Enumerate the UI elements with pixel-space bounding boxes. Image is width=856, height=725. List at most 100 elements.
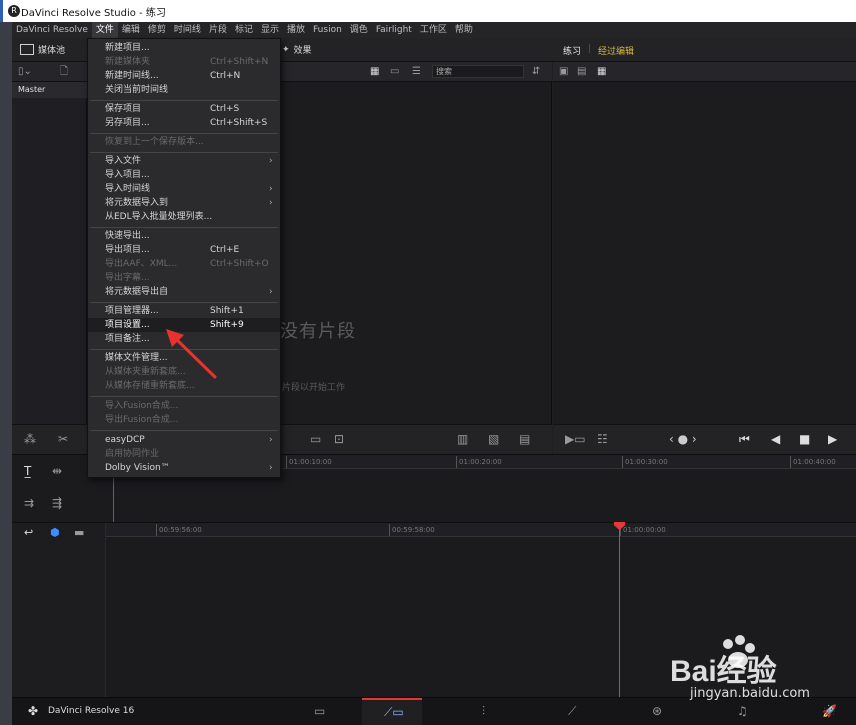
menu-separator (90, 227, 278, 228)
menu-item-import-edl[interactable]: 从EDL导入批量处理列表... (88, 210, 280, 224)
menu-item-new-timeline[interactable]: 新建时间线... Ctrl+N (88, 69, 280, 83)
track-down-icon[interactable]: ⇶ (52, 497, 62, 509)
resolve-logo-icon: ✤ (28, 704, 39, 718)
app-window: R DaVinci Resolve Studio - 练习 DaVinci Re… (0, 0, 856, 725)
menu-item-import-project[interactable]: 导入项目... (88, 168, 280, 182)
menu-item-new-bin[interactable]: 新建媒体夹 Ctrl+Shift+N (88, 55, 280, 69)
media-pool-button[interactable]: 媒体池 (20, 43, 65, 56)
cut-icon[interactable]: ✂ (58, 433, 68, 445)
menu-trim[interactable]: 修剪 (144, 22, 170, 38)
viewer-panel: ▣ ▤ ▦ (553, 62, 856, 424)
menu-view[interactable]: 显示 (257, 22, 283, 38)
track-view-icon[interactable]: ▥ (457, 433, 468, 445)
snap-icon[interactable]: ↩ (24, 527, 33, 539)
menu-davinci-resolve[interactable]: DaVinci Resolve (12, 22, 92, 38)
menu-mark[interactable]: 标记 (231, 22, 257, 38)
watermark: Bai经验 jingyan.baidu.com (660, 630, 856, 710)
jog-icon[interactable]: ‹ ● › (669, 433, 697, 445)
viewer-dual-icon[interactable]: ▦ (597, 66, 606, 78)
menu-color[interactable]: 调色 (346, 22, 372, 38)
menu-item-collaboration[interactable]: 启用协同作业 (88, 447, 280, 461)
menu-item-export-project[interactable]: 导出项目... Ctrl+E (88, 243, 280, 257)
flag-icon[interactable]: ▬ (74, 527, 84, 539)
menu-timeline[interactable]: 时间线 (170, 22, 205, 38)
search-input[interactable]: 搜索 (432, 65, 524, 78)
menu-file[interactable]: 文件 (91, 22, 118, 38)
ruler-tick: 01:00:40:00 (790, 456, 836, 468)
page-icon[interactable]: 🗋 (60, 66, 68, 78)
list-view-icon[interactable]: ☰ (412, 66, 421, 78)
viewer-header: ▣ ▤ ▦ (553, 62, 856, 82)
menu-item-easydcp[interactable]: easyDCP › (88, 433, 280, 447)
resolve-logo-icon: R (8, 5, 20, 17)
menu-item-export-aaf-xml[interactable]: 导出AAF、XML... Ctrl+Shift+O (88, 257, 280, 271)
menu-item-export-subtitle[interactable]: 导出字幕... (88, 271, 280, 285)
edit-page-icon[interactable]: ⫶ (482, 705, 485, 717)
list-detail-icon[interactable]: ▤ (519, 433, 530, 445)
ruler-tick: 01:00:00:00 (620, 524, 666, 536)
menu-item-save-as[interactable]: 另存项目... Ctrl+Shift+S (88, 116, 280, 130)
go-to-start-icon[interactable]: ⏮ (739, 433, 750, 445)
bin-list (12, 98, 87, 424)
sort-icon[interactable]: ⇵ (532, 66, 540, 78)
settings-sliders-icon[interactable]: ☷ (597, 433, 608, 445)
menu-workspace[interactable]: 工作区 (416, 22, 451, 38)
media-page-icon[interactable]: ▭ (314, 705, 325, 717)
empty-title: 没有片段 (280, 321, 356, 342)
lower-ruler[interactable]: 00:59:56:00 00:59:58:00 01:00:00:00 (106, 523, 856, 537)
fusion-page-icon[interactable]: ⟋ (568, 705, 576, 717)
play-icon[interactable]: ▶ (828, 433, 837, 445)
menu-separator (90, 430, 278, 431)
file-menu-dropdown: 新建项目... 新建媒体夹 Ctrl+Shift+N 新建时间线... Ctrl+N… (87, 38, 281, 478)
menu-edit[interactable]: 编辑 (118, 22, 144, 38)
menu-item-import-timeline[interactable]: 导入时间线 › (88, 182, 280, 196)
stop-icon[interactable]: ■ (799, 433, 810, 445)
desktop-edge (0, 22, 12, 725)
menu-item-close-timeline[interactable]: 关闭当前时间线 (88, 83, 280, 97)
menu-item-quick-export[interactable]: 快速导出... (88, 229, 280, 243)
menu-item-import-fusion[interactable]: 导入Fusion合成... (88, 399, 280, 413)
menu-playback[interactable]: 播放 (283, 22, 309, 38)
annotation-arrow-icon (166, 329, 217, 379)
effects-button[interactable]: ✦ 效果 (282, 43, 312, 57)
grid-view-icon[interactable]: ▦ (370, 66, 379, 78)
menu-item-import-metadata[interactable]: 将元数据导入到 › (88, 196, 280, 210)
menu-item-project-manager[interactable]: 项目管理器... Shift+1 (88, 304, 280, 318)
playhead-line (619, 523, 620, 697)
marker-icon[interactable]: ⬢ (50, 527, 60, 539)
track-up-icon[interactable]: ⇉ (24, 497, 34, 509)
media-pool-label: 媒体池 (38, 46, 66, 56)
panel-toggle-icon[interactable]: ▯⌄ (18, 66, 32, 78)
menu-fusion[interactable]: Fusion (309, 22, 346, 38)
timeline-name[interactable]: 经过编辑 (598, 44, 634, 57)
thumbnail-view-icon[interactable]: ▭ (390, 66, 399, 78)
menu-item-export-fusion[interactable]: 导出Fusion合成... (88, 413, 280, 427)
media-pool-icon (20, 44, 34, 55)
clip-icon[interactable]: ▶︎▭ (565, 433, 586, 445)
menu-item-revert[interactable]: 恢复到上一个保存版本... (88, 135, 280, 149)
menu-help[interactable]: 帮助 (451, 22, 477, 38)
play-reverse-icon[interactable]: ◀ (771, 433, 780, 445)
image-view-icon[interactable]: ▧ (488, 433, 499, 445)
window-title: DaVinci Resolve Studio - 练习 (21, 7, 166, 19)
ruler-tick: 01:00:30:00 (622, 456, 668, 468)
viewer-layout-icon[interactable]: ▤ (577, 66, 586, 78)
menu-item-new-project[interactable]: 新建项目... (88, 41, 280, 55)
menu-item-save-project[interactable]: 保存项目 Ctrl+S (88, 102, 280, 116)
insert-icon[interactable]: ▭ (310, 433, 321, 445)
menu-item-dolby-vision[interactable]: Dolby Vision™ › (88, 461, 280, 475)
trim-tool-icon[interactable]: ⇹ (52, 465, 62, 477)
cut-page-tab[interactable]: ⟋▭ (362, 698, 422, 725)
menu-separator (90, 396, 278, 397)
menu-fairlight[interactable]: Fairlight (372, 22, 416, 38)
text-tool-icon[interactable]: T̲ (24, 465, 31, 477)
menu-item-import-file[interactable]: 导入文件 › (88, 154, 280, 168)
title-bar: R DaVinci Resolve Studio - 练习 (0, 0, 856, 22)
track-header-column: ↩ ⬢ ▬ (12, 523, 106, 698)
overwrite-icon[interactable]: ⊡ (334, 433, 344, 445)
viewer-mode-icon[interactable]: ▣ (559, 66, 568, 78)
master-bin[interactable]: Master (12, 82, 87, 98)
zoom-icon[interactable]: ⁂ (24, 433, 36, 445)
menu-item-export-metadata[interactable]: 将元数据导出自 › (88, 285, 280, 299)
menu-clip[interactable]: 片段 (205, 22, 231, 38)
